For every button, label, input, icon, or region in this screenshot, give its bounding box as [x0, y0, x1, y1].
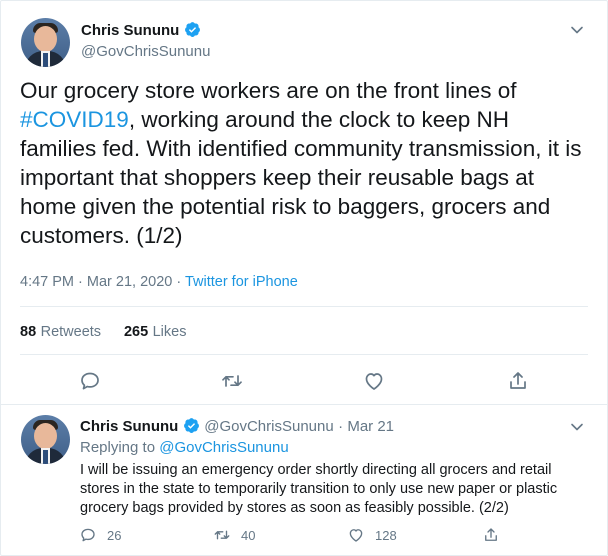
likes-label: Likes	[152, 324, 187, 340]
tweet-source-link[interactable]: Twitter for iPhone	[185, 274, 298, 290]
divider	[20, 354, 588, 355]
author-handle[interactable]: @GovChrisSununu	[81, 43, 210, 60]
retweets-stat[interactable]: 88 Retweets	[20, 323, 106, 340]
verified-badge-icon	[184, 22, 200, 37]
divider	[1, 404, 607, 405]
share-icon[interactable]	[482, 526, 500, 544]
reply-count: 26	[107, 528, 122, 543]
like-icon[interactable]	[347, 526, 365, 544]
retweets-count: 88	[20, 324, 37, 340]
reply-author-handle[interactable]: @GovChrisSununu	[204, 418, 333, 435]
reply-header: Chris Sununu @GovChrisSununu · Mar 21	[80, 417, 394, 436]
author-avatar[interactable]	[21, 18, 70, 67]
retweet-icon[interactable]	[213, 526, 231, 544]
replying-to-handle[interactable]: @GovChrisSununu	[159, 439, 288, 456]
retweet-icon[interactable]	[220, 369, 244, 393]
replying-to-label: Replying to	[80, 439, 160, 456]
tweet-meta: 4:47 PM · Mar 21, 2020 · Twitter for iPh…	[20, 274, 298, 290]
likes-count: 265	[123, 324, 149, 340]
reply-icon[interactable]	[79, 526, 97, 544]
like-count: 128	[375, 528, 397, 543]
tweet-timestamp[interactable]: 4:47 PM · Mar 21, 2020 ·	[20, 274, 185, 290]
tweet-thread-card: Chris Sununu @GovChrisSununu Our grocery…	[0, 0, 608, 556]
retweet-count: 40	[241, 528, 256, 543]
tweet-stats: 88 Retweets 265 Likes	[20, 323, 186, 341]
reply-text: I will be issuing an emergency order sho…	[80, 462, 558, 516]
reply-author-avatar[interactable]	[21, 415, 70, 464]
author-name-row: Chris Sununu	[81, 21, 201, 40]
verified-badge-icon	[183, 418, 199, 433]
author-name[interactable]: Chris Sununu	[81, 22, 179, 39]
divider	[20, 306, 588, 307]
tweet-text-rest: fed. With identified community transmiss…	[20, 136, 582, 248]
chevron-down-icon[interactable]	[570, 25, 584, 35]
retweets-label: Retweets	[40, 324, 102, 340]
share-icon[interactable]	[506, 369, 530, 393]
hashtag-link[interactable]: #COVID19	[20, 107, 129, 132]
replying-to: Replying to @GovChrisSununu	[80, 439, 289, 456]
chevron-down-icon[interactable]	[570, 422, 584, 432]
tweet-text: Our grocery store workers are on the fro…	[20, 76, 590, 250]
tweet-text-line1: Our grocery store workers are on the fro…	[20, 78, 517, 103]
reply-icon[interactable]	[78, 369, 102, 393]
likes-stat[interactable]: 265 Likes	[124, 323, 187, 340]
reply-date[interactable]: · Mar 21	[338, 418, 394, 435]
reply-author-name[interactable]: Chris Sununu	[80, 418, 178, 435]
like-icon[interactable]	[362, 369, 386, 393]
